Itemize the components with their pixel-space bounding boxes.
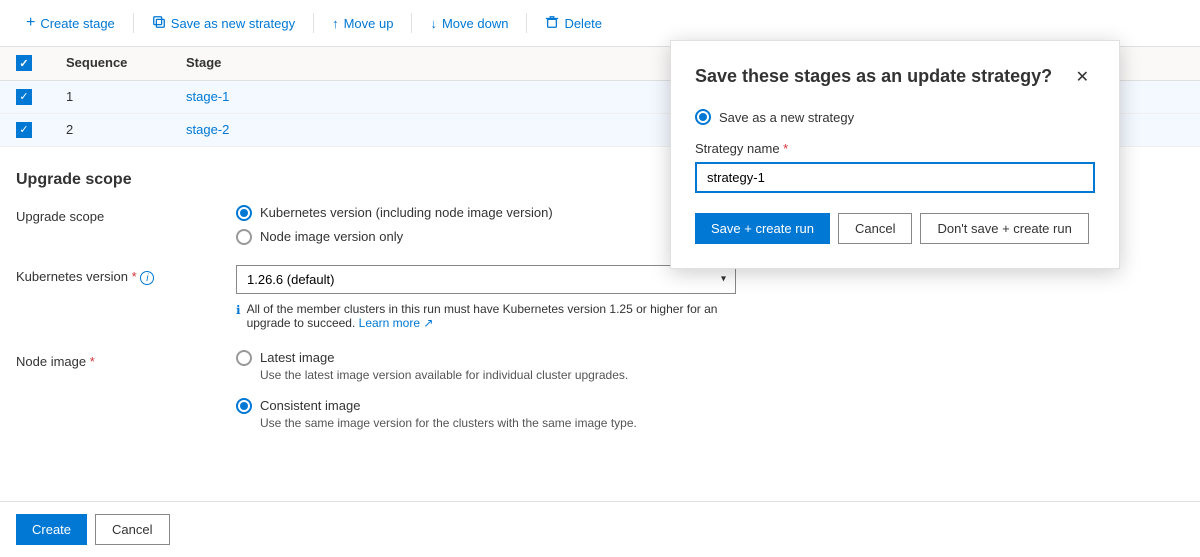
upgrade-scope-label: Upgrade scope [16,205,236,224]
row2-checkbox[interactable] [16,122,66,138]
k8s-info-icon: i [140,271,154,285]
cancel-button[interactable]: Cancel [95,514,169,545]
k8s-info-text: All of the member clusters in this run m… [247,302,736,330]
k8s-version-select-wrapper: 1.26.6 (default) ▾ [236,265,736,294]
plus-icon: + [26,14,35,32]
radio-consistent-label: Consistent image [260,398,360,413]
radio-k8s-version-circle [236,205,252,221]
modal-title: Save these stages as an update strategy? [695,65,1070,88]
strategy-name-input[interactable] [695,162,1095,193]
k8s-version-row: Kubernetes version * i 1.26.6 (default) … [16,265,1184,330]
delete-label: Delete [564,16,602,31]
row2-seq: 2 [66,122,186,137]
create-stage-label: Create stage [40,16,114,31]
copy-icon [152,15,166,32]
node-image-radio-group: Latest image Use the latest image versio… [236,350,1184,430]
radio-latest-image[interactable]: Latest image [236,350,1184,366]
arrow-up-icon: ↑ [332,16,339,31]
col-sequence: Sequence [66,55,186,72]
move-up-button[interactable]: ↑ Move up [322,10,403,37]
dont-save-button[interactable]: Don't save + create run [920,213,1088,244]
bottom-bar: Create Cancel [0,501,1200,557]
modal-close-button[interactable]: ✕ [1070,65,1095,89]
k8s-version-select[interactable]: 1.26.6 (default) [236,265,736,294]
arrow-down-icon: ↓ [430,16,437,31]
radio-k8s-version-label: Kubernetes version (including node image… [260,205,553,220]
radio-consistent-image-group: Consistent image Use the same image vers… [236,398,1184,430]
modal-cancel-button[interactable]: Cancel [838,213,912,244]
row1-checkbox[interactable] [16,89,66,105]
save-as-new-strategy-label: Save as new strategy [171,16,295,31]
k8s-version-label: Kubernetes version * i [16,265,236,286]
row1-seq: 1 [66,89,186,104]
trash-icon [545,15,559,32]
save-create-run-button[interactable]: Save + create run [695,213,830,244]
radio-latest-circle [236,350,252,366]
radio-consistent-circle [236,398,252,414]
delete-button[interactable]: Delete [535,9,612,38]
node-image-required-marker: * [90,354,95,369]
radio-node-image-version-label: Node image version only [260,229,403,244]
save-as-new-strategy-button[interactable]: Save as new strategy [142,9,305,38]
radio-consistent-image[interactable]: Consistent image [236,398,1184,414]
radio-latest-image-group: Latest image Use the latest image versio… [236,350,1184,382]
info-circle-icon: ℹ [236,303,241,317]
header-checkbox-cell[interactable] [16,55,66,72]
radio-node-image-version-circle [236,229,252,245]
radio-latest-desc: Use the latest image version available f… [260,368,1184,382]
modal-strategy-name-label: Strategy name * [695,141,1095,156]
radio-consistent-desc: Use the same image version for the clust… [260,416,1184,430]
modal-header: Save these stages as an update strategy?… [695,65,1095,89]
modal-required-marker: * [783,141,788,156]
node-image-controls: Latest image Use the latest image versio… [236,350,1184,430]
k8s-version-controls: 1.26.6 (default) ▾ ℹ All of the member c… [236,265,1184,330]
node-image-label: Node image * [16,350,236,369]
modal-radio-circle [695,109,711,125]
modal-radio-row: Save as a new strategy [695,109,1095,125]
modal-radio-label: Save as a new strategy [719,110,854,125]
move-down-label: Move down [442,16,508,31]
modal-actions: Save + create run Cancel Don't save + cr… [695,213,1095,244]
toolbar-separator-3 [411,13,412,33]
create-stage-button[interactable]: + Create stage [16,8,125,38]
create-button[interactable]: Create [16,514,87,545]
learn-more-link[interactable]: Learn more ↗ [359,316,434,330]
radio-latest-label: Latest image [260,350,334,365]
node-image-row: Node image * Latest image Use the latest… [16,350,1184,430]
k8s-info-box: ℹ All of the member clusters in this run… [236,302,736,330]
save-strategy-modal: Save these stages as an update strategy?… [670,40,1120,269]
move-down-button[interactable]: ↓ Move down [420,10,518,37]
k8s-required-marker: * [132,269,137,284]
move-up-label: Move up [344,16,394,31]
toolbar-separator-1 [133,13,134,33]
select-all-checkbox[interactable] [16,55,32,71]
toolbar-separator-4 [526,13,527,33]
toolbar-separator-2 [313,13,314,33]
